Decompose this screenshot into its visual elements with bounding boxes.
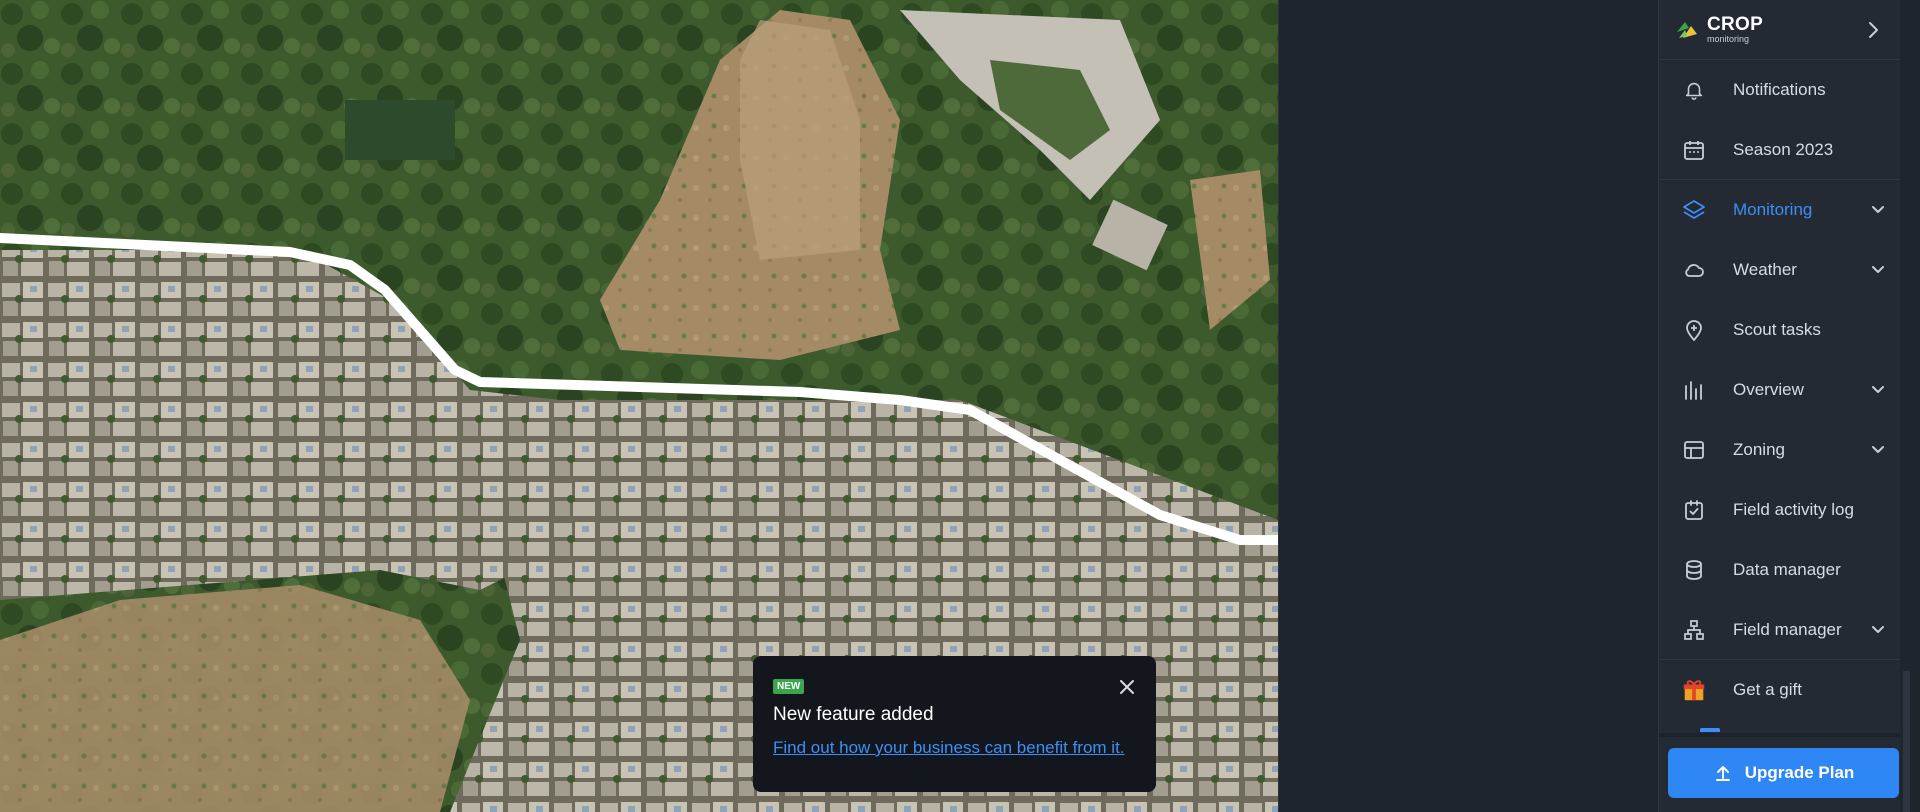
chevron-down-icon[interactable] (1867, 379, 1889, 401)
sidebar-item-label: Season 2023 (1733, 139, 1834, 159)
brand-subtitle: monitoring (1707, 34, 1750, 44)
sidebar-item-label: Scout tasks (1733, 320, 1821, 339)
brand-title: CROP monitoring (1707, 15, 1763, 44)
brand-name: CROP (1707, 14, 1764, 35)
map-pin-icon (1681, 317, 1707, 343)
sidebar-divider (1659, 733, 1901, 737)
sidebar-item-season[interactable]: Season 2023 (1659, 120, 1901, 180)
brand-header: CROP monitoring (1659, 0, 1901, 60)
chevron-down-icon[interactable] (1867, 439, 1889, 461)
map-side-panel (1278, 0, 1659, 812)
sidebar-item-label: Data manager (1733, 560, 1841, 579)
sidebar-item-scout-tasks[interactable]: Scout tasks (1659, 300, 1901, 360)
database-icon (1681, 557, 1707, 583)
sidebar-item-label: Weather (1733, 260, 1797, 279)
layers-icon (1681, 197, 1707, 223)
calendar-icon (1681, 137, 1707, 163)
sidebar-item-label: Get a gift (1733, 680, 1802, 699)
sidebar-item-data-manager[interactable]: Data manager (1659, 540, 1901, 600)
crop-logo-icon (1677, 21, 1697, 38)
sidebar-item-label: Monitoring (1733, 200, 1813, 219)
sidebar-item-label: Zoning (1733, 440, 1785, 459)
sidebar-item-label: Field manager (1733, 619, 1842, 639)
new-badge: NEW (773, 679, 805, 694)
sidebar: CROP monitoring Notifications Season 202… (1658, 0, 1901, 812)
sidebar-item-notifications[interactable]: Notifications (1659, 60, 1901, 120)
sidebar-item-weather[interactable]: Weather (1659, 240, 1901, 300)
scroll-indicator (1700, 728, 1720, 732)
sidebar-item-field-manager[interactable]: Field manager (1659, 600, 1901, 660)
sidebar-item-monitoring[interactable]: Monitoring (1659, 180, 1901, 240)
hierarchy-icon (1681, 617, 1707, 643)
chevron-right-icon[interactable] (1861, 18, 1885, 42)
chevron-down-icon[interactable] (1867, 259, 1889, 281)
close-icon[interactable] (1116, 676, 1138, 698)
new-feature-toast: NEW New feature added Find out how your … (753, 656, 1156, 792)
sidebar-item-label: Field activity log (1733, 500, 1854, 519)
sidebar-item-overview[interactable]: Overview (1659, 360, 1901, 420)
upgrade-plan-button[interactable]: Upgrade Plan (1668, 748, 1899, 798)
scrollbar-thumb[interactable] (1903, 671, 1910, 812)
clipboard-check-icon (1681, 497, 1707, 523)
toast-title: New feature added (773, 704, 934, 725)
chevron-down-icon[interactable] (1867, 199, 1889, 221)
sidebar-item-label: Notifications (1733, 80, 1826, 99)
sidebar-item-label: Overview (1733, 380, 1804, 399)
layout-icon (1681, 437, 1707, 463)
cloud-icon (1681, 257, 1707, 283)
upgrade-plan-label: Upgrade Plan (1744, 763, 1855, 782)
bell-icon (1681, 77, 1707, 103)
gift-icon (1681, 677, 1707, 703)
upload-icon (1715, 766, 1730, 781)
sidebar-item-get-a-gift[interactable]: Get a gift (1659, 660, 1901, 720)
bar-chart-icon (1681, 377, 1707, 403)
chevron-down-icon[interactable] (1867, 619, 1889, 641)
sidebar-item-field-activity-log[interactable]: Field activity log (1659, 480, 1901, 540)
sidebar-item-zoning[interactable]: Zoning (1659, 420, 1901, 480)
toast-link[interactable]: Find out how your business can benefit f… (773, 738, 1136, 758)
scrollbar[interactable] (1900, 0, 1920, 812)
